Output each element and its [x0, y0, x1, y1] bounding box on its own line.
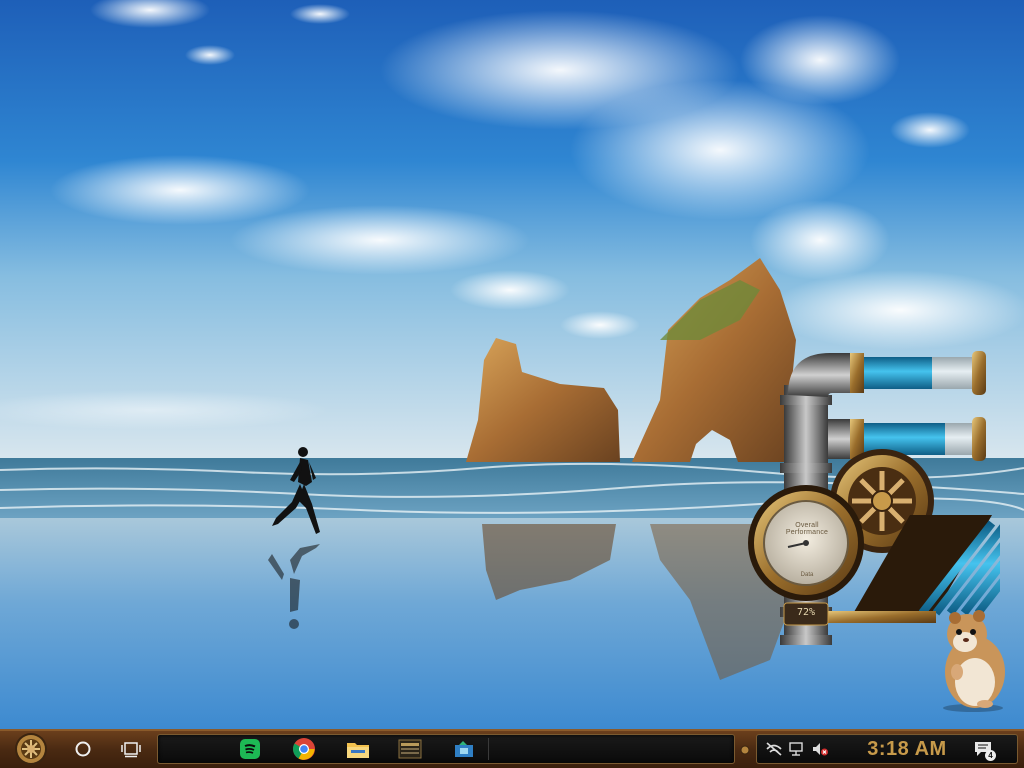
taskbar-app-file-explorer[interactable]: [336, 735, 380, 763]
steampunk-gear-icon: [15, 733, 47, 765]
market-icon: [398, 739, 422, 759]
chrome-icon: [293, 738, 315, 760]
gauge-percent-readout: 72%: [796, 607, 816, 618]
network-off-icon[interactable]: [765, 740, 783, 758]
start-button[interactable]: [10, 732, 52, 766]
rivet-icon: [740, 742, 750, 755]
task-view-button[interactable]: [114, 733, 148, 765]
cortana-circle-icon: [75, 741, 91, 757]
gauge-label-bottom: Data: [800, 572, 814, 578]
app-window-icon: [455, 741, 473, 757]
hamster-desktop-pet[interactable]: [925, 600, 1015, 712]
system-tray: 3:18 AM 4: [756, 734, 1018, 764]
cortana-search-button[interactable]: [66, 733, 100, 765]
taskbar-app-spotify[interactable]: [228, 735, 272, 763]
taskbar-app-market[interactable]: [388, 735, 432, 763]
task-view-icon: [121, 742, 141, 758]
folder-icon: [347, 743, 369, 758]
taskbar-app-window[interactable]: [442, 735, 486, 763]
volume-muted-icon[interactable]: [811, 740, 829, 758]
gauge-label-top: Overall Performance: [785, 522, 829, 536]
taskbar-clock[interactable]: 3:18 AM: [847, 738, 967, 761]
taskbar-divider: [488, 738, 489, 760]
notification-count-badge: 4: [985, 750, 996, 761]
taskbar-apps-panel: [157, 734, 735, 764]
spotify-icon: [240, 739, 260, 759]
action-center-button[interactable]: 4: [973, 740, 996, 761]
taskbar-app-chrome[interactable]: [282, 735, 326, 763]
monitor-network-icon[interactable]: [788, 740, 806, 758]
hamster-icon: [943, 610, 1005, 712]
taskbar: 3:18 AM 4: [0, 729, 1024, 768]
